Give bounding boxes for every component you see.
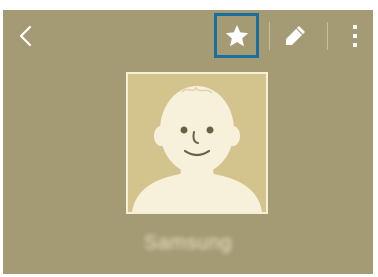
favorite-button[interactable] [214, 13, 259, 58]
contact-name: Samsung [144, 232, 232, 254]
edit-button[interactable] [281, 22, 309, 50]
contact-photo[interactable] [126, 72, 268, 214]
chevron-left-icon [19, 25, 32, 47]
contact-detail-screen: Samsung [3, 10, 373, 274]
more-vertical-icon [353, 25, 357, 47]
default-avatar-icon [132, 86, 262, 212]
more-options-button[interactable] [345, 20, 365, 52]
toolbar [3, 10, 373, 62]
star-icon [225, 24, 248, 46]
back-button[interactable] [13, 22, 41, 50]
toolbar-divider [327, 22, 328, 50]
pencil-icon [286, 26, 305, 45]
toolbar-divider [269, 22, 270, 50]
